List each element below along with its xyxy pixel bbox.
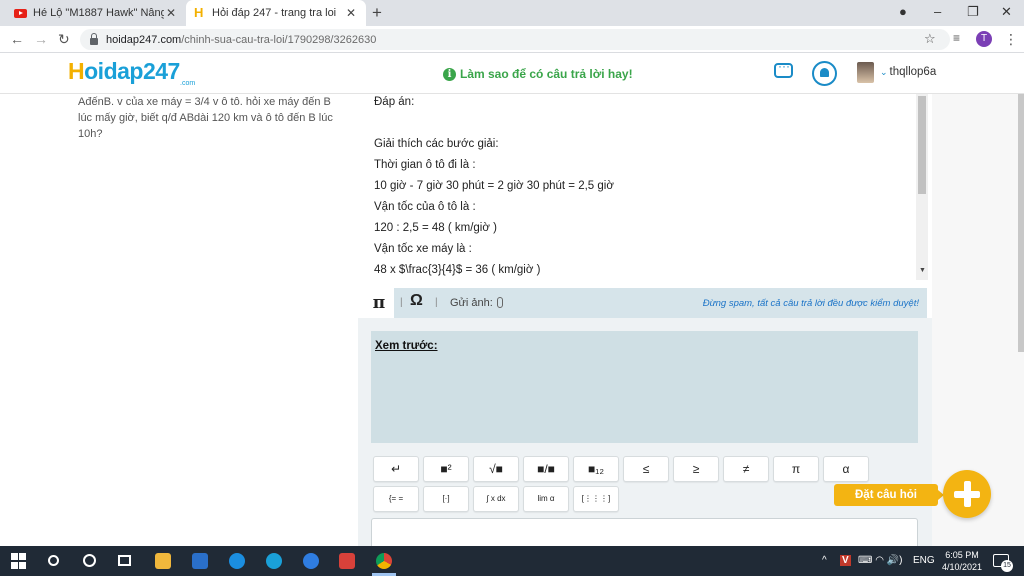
url-path: /chinh-sua-cau-tra-loi/1790298/3262630 — [181, 33, 377, 46]
math-button[interactable]: [⋮⋮⋮] — [573, 486, 619, 512]
question-text: AđếnB. v của xe máy = 3/4 v ô tô. hỏi xe… — [78, 96, 333, 140]
tray-expand-icon[interactable]: ^ — [822, 555, 827, 566]
profile-avatar[interactable]: T — [976, 31, 992, 47]
language-indicator[interactable]: ENG — [913, 555, 935, 566]
site-logo[interactable]: Hoidap247 — [68, 58, 180, 85]
math-button[interactable]: ≠ — [723, 456, 769, 482]
answer-scrollbar[interactable]: ▼ — [916, 94, 928, 280]
skype-icon[interactable] — [229, 553, 245, 569]
preview-label: Xem trước: — [375, 340, 438, 352]
windows-taskbar: ^ V ⌨ ◠ 🔊) ENG 6:05 PM 4/10/2021 15 — [0, 546, 1024, 576]
menu-kebab-icon[interactable]: ⋮ — [1004, 31, 1018, 48]
math-button[interactable]: π — [773, 456, 819, 482]
address-bar-row: ← → ↻ hoidap247.com/chinh-sua-cau-tra-lo… — [0, 26, 1024, 53]
math-button[interactable]: ■² — [423, 456, 469, 482]
math-button[interactable]: α — [823, 456, 869, 482]
notification-bell-icon[interactable] — [812, 61, 837, 86]
preview-section: Xem trước: ↵ ■² √■ ■/■ ■₁₂ ≤ ≥ ≠ π α {= = [·] ∫ x d… — [358, 318, 932, 558]
lock-icon — [90, 32, 98, 45]
answer-editor-panel: Đáp án: Giải thích các bước giải: Thời gia… — [358, 94, 932, 558]
info-icon: i — [443, 67, 456, 81]
tab-close-icon[interactable]: ✕ — [344, 6, 358, 20]
back-arrow-icon[interactable]: ← — [10, 31, 24, 47]
answer-line: Giải thích các bước giải: — [374, 138, 499, 150]
page-scrollbar-thumb[interactable] — [1018, 94, 1024, 352]
math-button[interactable]: √■ — [473, 456, 519, 482]
restore-button[interactable]: ❐ — [967, 4, 979, 20]
math-button[interactable]: ■₁₂ — [573, 456, 619, 482]
close-window-button[interactable]: ✕ — [1001, 4, 1012, 20]
edge-icon[interactable] — [266, 553, 282, 569]
windows-start-icon[interactable] — [11, 553, 27, 569]
cortana-icon[interactable] — [83, 554, 96, 567]
tray-app-icon[interactable]: V — [840, 555, 851, 566]
new-tab-button[interactable]: + — [372, 3, 382, 23]
send-image-button[interactable]: Gửi ảnh: — [450, 297, 503, 309]
hoidap-favicon-icon: H — [194, 5, 204, 20]
bookmark-star-icon[interactable]: ☆ — [924, 31, 936, 47]
answer-line: 48 x $\frac{3}{4}$ = 36 ( km/giờ ) — [374, 264, 541, 276]
math-button[interactable]: {= = — [373, 486, 419, 512]
scroll-down-arrow-icon[interactable]: ▼ — [919, 267, 926, 274]
zalo-icon[interactable] — [303, 553, 319, 569]
math-button[interactable]: [·] — [423, 486, 469, 512]
chevron-down-icon: ⌄ — [880, 67, 888, 77]
logo-domain: .com — [180, 80, 196, 87]
tip-text: Làm sao để có câu trả lời hay! — [460, 67, 633, 81]
editor-toolbar: π | Ω | Gửi ảnh: Đừng spam, tất cả câu t… — [364, 288, 927, 318]
task-view-icon[interactable] — [118, 555, 131, 566]
tab-hoidap247[interactable]: H Hỏi đáp 247 - trang tra loi ✕ — [186, 0, 366, 26]
store-icon[interactable] — [192, 553, 208, 569]
notification-count-badge: 15 — [1001, 560, 1013, 572]
answer-tip-link[interactable]: i Làm sao để có câu trả lời hay! — [443, 67, 633, 81]
math-button[interactable]: ■/■ — [523, 456, 569, 482]
math-button[interactable]: ≥ — [673, 456, 719, 482]
ask-question-label[interactable]: Đặt câu hỏi — [834, 484, 944, 506]
answer-line: Vận tốc của ô tô là : — [374, 201, 476, 213]
app-icon[interactable] — [339, 553, 355, 569]
forward-arrow-icon[interactable]: → — [34, 31, 48, 47]
preview-box: Xem trước: — [371, 331, 918, 443]
user-menu[interactable]: ⌄ thqllop6a — [880, 66, 936, 78]
url-input[interactable]: hoidap247.com/chinh-sua-cau-tra-loi/1790… — [80, 29, 950, 50]
scrollbar-thumb[interactable] — [918, 96, 926, 194]
answer-textarea[interactable]: Đáp án: Giải thích các bước giải: Thời gia… — [364, 94, 927, 280]
answer-line: 10 giờ - 7 giờ 30 phút = 2 giờ 30 phút =… — [374, 180, 614, 192]
math-button[interactable]: lim α — [523, 486, 569, 512]
url-host: hoidap247.com — [106, 33, 182, 46]
tray-system-icons[interactable]: ⌨ ◠ 🔊) — [858, 555, 903, 566]
site-header: Hoidap247 .com i Làm sao để có câu trả l… — [0, 53, 1024, 94]
minimize-button[interactable]: – — [934, 4, 941, 19]
ask-question-plus-button[interactable] — [943, 470, 991, 518]
spam-warning: Đừng spam, tất cả câu trả lời đều được k… — [702, 298, 919, 309]
paperclip-icon — [496, 297, 503, 308]
chrome-icon[interactable] — [376, 553, 392, 569]
math-button[interactable]: ↵ — [373, 456, 419, 482]
math-symbols-tab[interactable]: π — [364, 288, 394, 318]
search-icon[interactable] — [48, 555, 59, 566]
answer-line: Vận tốc xe máy là : — [374, 243, 472, 255]
answer-line: 120 : 2,5 = 48 ( km/giờ ) — [374, 222, 497, 234]
tab-close-icon[interactable]: ✕ — [164, 6, 178, 20]
user-avatar[interactable] — [857, 62, 874, 83]
reading-list-icon[interactable]: ≡ — [953, 31, 960, 45]
tab-title: Hỏi đáp 247 - trang tra loi — [212, 7, 337, 19]
tab-youtube[interactable]: Hé Lộ "M1887 Hawk" Nâng Cấp ✕ — [6, 0, 186, 26]
clock[interactable]: 6:05 PM 4/10/2021 — [940, 549, 984, 573]
math-button[interactable]: ∫ x dx — [473, 486, 519, 512]
chat-icon[interactable] — [774, 59, 793, 78]
tab-title: Hé Lộ "M1887 Hawk" Nâng Cấp — [33, 7, 164, 19]
reload-icon[interactable]: ↻ — [58, 31, 70, 48]
youtube-favicon-icon — [14, 8, 27, 18]
question-panel: AđếnB. v của xe máy = 3/4 v ô tô. hỏi xe… — [0, 94, 358, 546]
browser-tab-bar: Hé Lộ "M1887 Hawk" Nâng Cấp ✕ H Hỏi đáp … — [0, 0, 1024, 26]
answer-line: Đáp án: — [374, 96, 415, 108]
answer-line: Thời gian ô tô đi là : — [374, 159, 476, 171]
math-button[interactable]: ≤ — [623, 456, 669, 482]
profile-menu-icon[interactable]: ● — [899, 4, 907, 19]
file-explorer-icon[interactable] — [155, 553, 171, 569]
special-chars-tab[interactable]: Ω — [410, 292, 423, 310]
